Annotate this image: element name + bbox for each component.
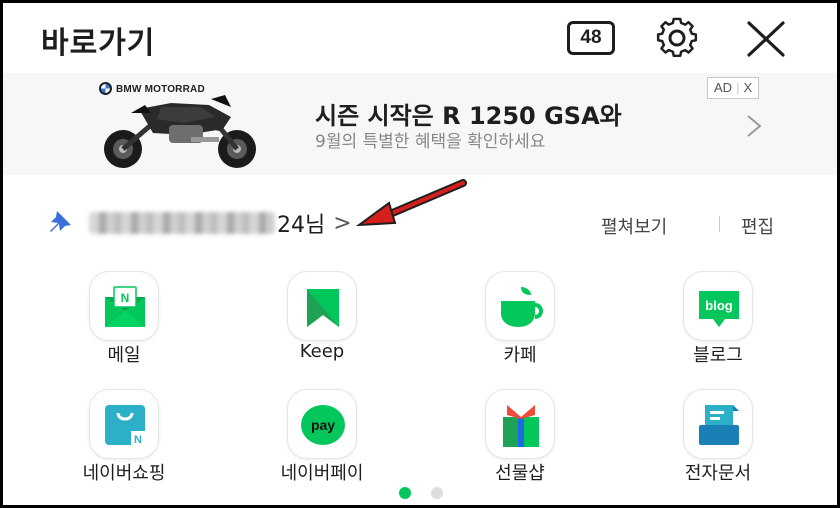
app-label: 전자문서	[684, 463, 752, 484]
ad-tag[interactable]: AD | X	[707, 77, 760, 99]
ad-label: AD	[714, 80, 733, 95]
user-account-link[interactable]: 24님 >	[89, 207, 352, 239]
pay-icon: pay	[287, 389, 357, 459]
red-arrow-icon	[355, 179, 467, 227]
app-label: 카페	[503, 345, 537, 366]
document-icon	[683, 389, 753, 459]
app-blog[interactable]: blog 블로그	[643, 265, 793, 373]
mail-icon-letter: N	[121, 291, 130, 305]
chevron-right-icon[interactable]	[745, 113, 763, 139]
pin-icon	[50, 211, 71, 232]
app-keep[interactable]: Keep	[247, 265, 397, 373]
app-cafe[interactable]: 카페	[445, 265, 595, 373]
chevron-right-icon: >	[333, 210, 352, 236]
page-title: 바로가기	[41, 26, 156, 61]
app-label: Keep	[299, 341, 345, 362]
close-icon[interactable]	[743, 17, 789, 61]
bmw-logo-icon	[99, 82, 112, 95]
ad-subtext: 9월의 특별한 혜택을 확인하세요	[315, 132, 546, 152]
app-label: 메일	[107, 345, 141, 366]
app-label: 네이버쇼핑	[82, 463, 166, 484]
blog-icon: blog	[683, 271, 753, 341]
cafe-icon	[485, 271, 555, 341]
motorcycle-image	[104, 95, 256, 168]
user-name-suffix: 24님	[277, 213, 326, 238]
tab-count-badge[interactable]: 48	[567, 21, 615, 55]
pay-icon-text: pay	[311, 417, 335, 433]
ad-brand: BMW MOTORRAD	[99, 82, 205, 95]
gift-icon	[485, 389, 555, 459]
ad-brand-label: BMW MOTORRAD	[116, 84, 205, 95]
app-label: 선물샵	[495, 463, 545, 484]
shopping-icon-letter: N	[134, 434, 142, 446]
ad-tag-divider: |	[736, 80, 740, 95]
view-all-button[interactable]: 펼쳐보기	[601, 213, 667, 239]
app-gift[interactable]: 선물샵	[445, 383, 595, 491]
app-label: 블로그	[693, 345, 743, 366]
header: 바로가기 48	[3, 3, 837, 73]
ad-banner[interactable]: BMW MOTORRAD 시즌 시작은 R 1250 GSA와 9월의 특별한 …	[3, 73, 837, 175]
app-label: 네이버페이	[280, 463, 364, 484]
blog-icon-text: blog	[705, 298, 732, 313]
app-mail[interactable]: N 메일	[49, 265, 199, 373]
keep-icon	[287, 271, 357, 341]
gear-icon[interactable]	[651, 15, 703, 61]
app-document[interactable]: 전자문서	[643, 383, 793, 491]
app-shopping[interactable]: N 네이버쇼핑	[49, 383, 199, 491]
mail-icon: N	[89, 271, 159, 341]
app-grid: N 메일 Keep 카페 blog 블로그 N 네이버쇼핑 pay 네이버페이 …	[3, 265, 837, 485]
edit-button[interactable]: 편집	[741, 213, 774, 239]
page-indicator	[397, 487, 447, 499]
blurred-username	[89, 212, 275, 234]
ad-headline: 시즌 시작은 R 1250 GSA와	[315, 102, 622, 130]
app-pay[interactable]: pay 네이버페이	[247, 383, 397, 491]
page-dot[interactable]	[431, 487, 443, 499]
divider	[719, 216, 720, 232]
page-dot-active[interactable]	[399, 487, 411, 499]
ad-close-button[interactable]: X	[743, 80, 752, 95]
shortcut-panel: 바로가기 48 BMW MOTORRAD 시즌 시작은 R 1250 GSA와 …	[0, 0, 840, 508]
shopping-icon: N	[89, 389, 159, 459]
